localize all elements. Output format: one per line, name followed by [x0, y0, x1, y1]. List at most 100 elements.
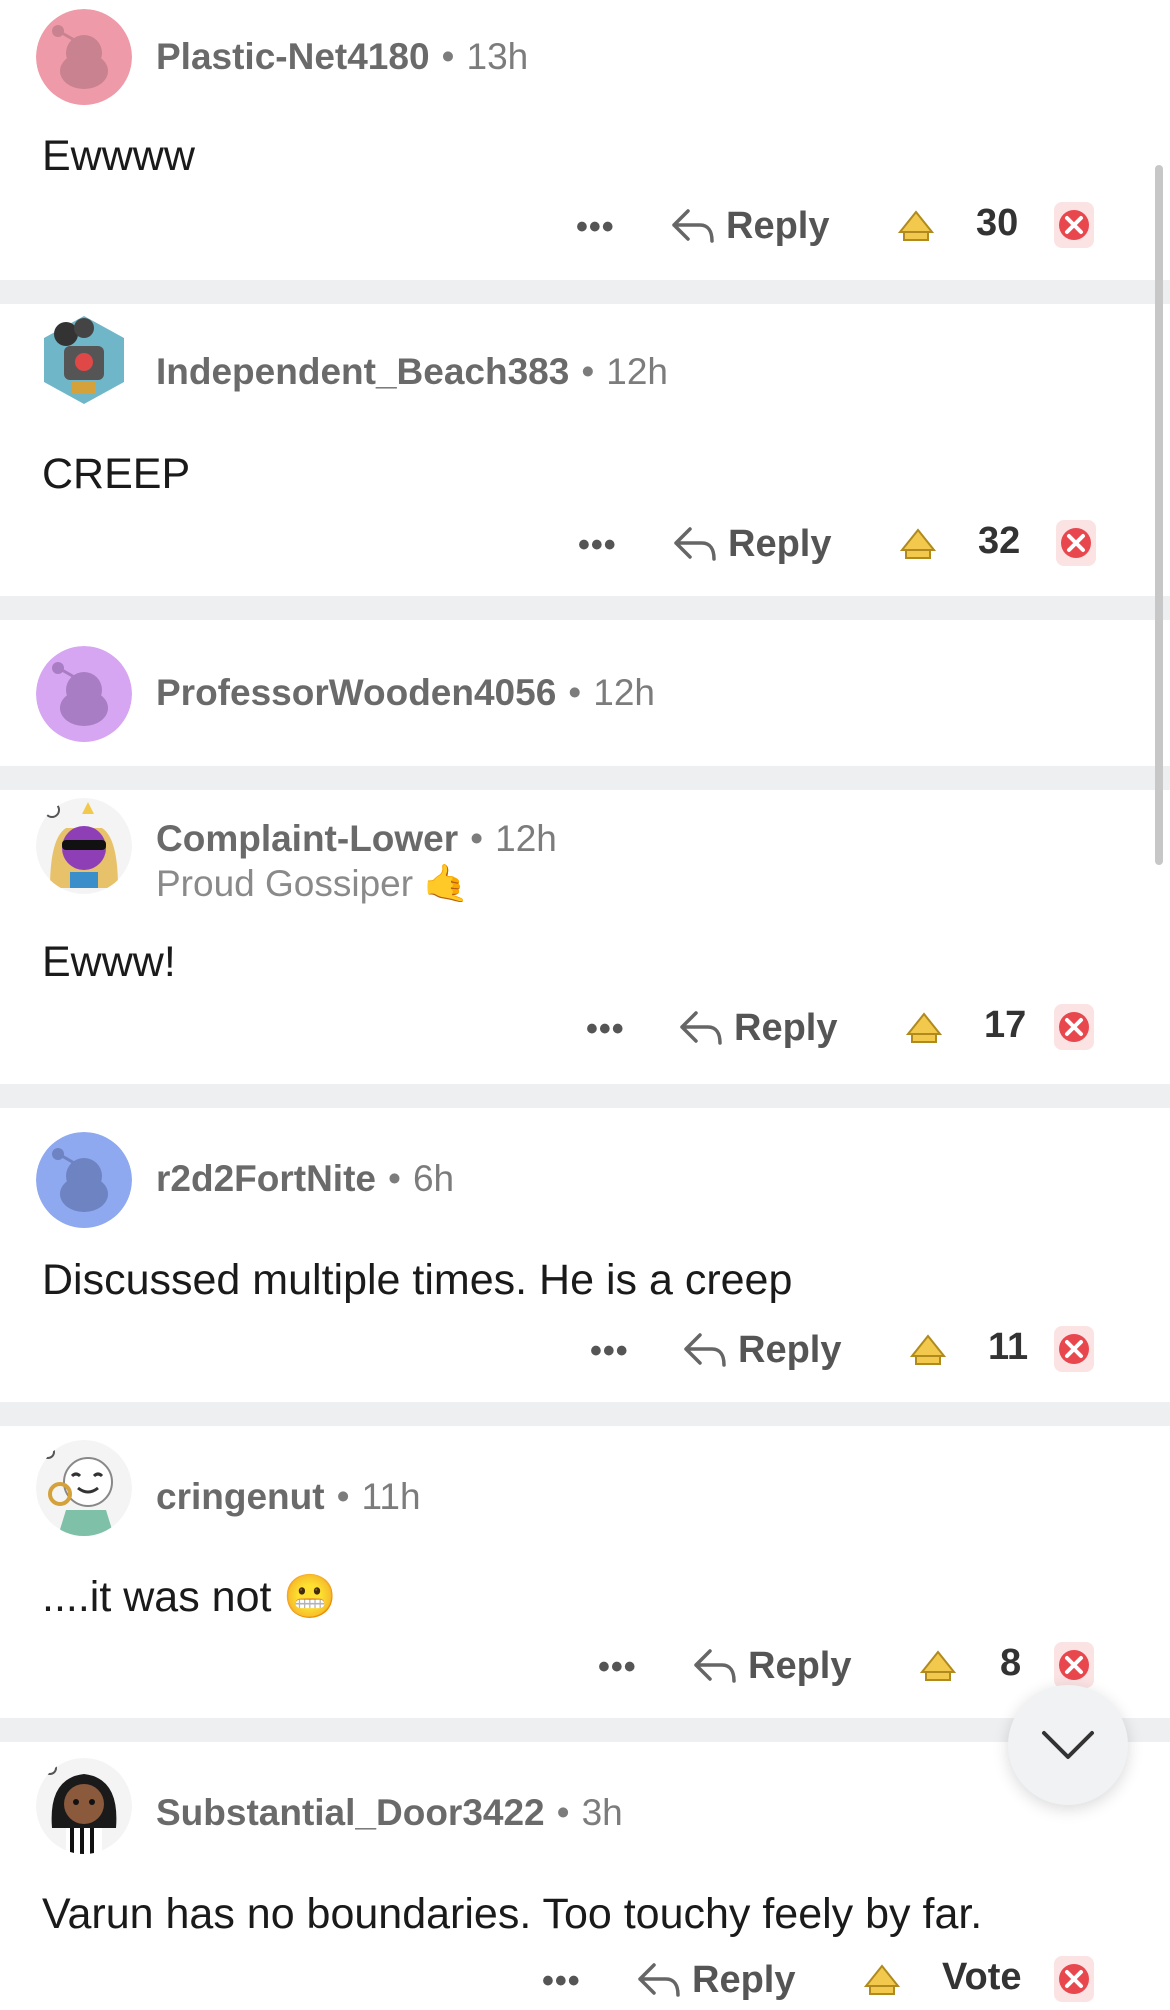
comment-2: Independent_Beach383 • 12h CREEP ••• Reply…	[0, 304, 1170, 596]
downvote-icon[interactable]	[1054, 518, 1098, 568]
comment-actions: ••• Reply 30	[0, 196, 1170, 256]
username[interactable]: Complaint-Lower	[156, 818, 458, 859]
vote-score: 30	[976, 202, 1019, 244]
snoo-referee-avatar-icon[interactable]	[36, 1758, 132, 1854]
vote-score: 17	[984, 1004, 1027, 1046]
comment-actions: ••• Reply 8	[0, 1636, 1170, 1696]
comment-text: CREEP	[42, 450, 191, 498]
reply-label: Reply	[748, 1644, 852, 1687]
downvote-icon[interactable]	[1052, 1954, 1096, 2004]
username[interactable]: Independent_Beach383	[156, 351, 569, 392]
reply-label: Reply	[692, 1958, 796, 2001]
comment-actions: ••• Reply 11	[0, 1320, 1170, 1380]
vote-score: 32	[978, 520, 1021, 562]
chevron-down-icon	[1042, 1731, 1094, 1759]
comment-separator	[0, 1718, 1170, 1742]
comment-separator	[0, 766, 1170, 790]
comment-age: 13h	[466, 36, 529, 77]
comment-text: ....it was not 😬	[42, 1572, 337, 1622]
comment-text: Varun has no boundaries. Too touchy feel…	[42, 1890, 983, 1938]
username[interactable]: Substantial_Door3422	[156, 1792, 545, 1833]
reply-label: Reply	[728, 522, 832, 565]
upvote-icon[interactable]	[862, 1960, 902, 2000]
reply-label: Reply	[738, 1328, 842, 1371]
more-options-button[interactable]: •••	[590, 1332, 629, 1371]
cat-sunglasses-avatar-icon[interactable]	[36, 798, 132, 894]
reply-label: Reply	[734, 1006, 838, 1049]
reply-arrow-icon	[672, 209, 714, 243]
snoo-headphones-avatar-icon[interactable]	[36, 1440, 132, 1536]
username[interactable]: cringenut	[156, 1476, 325, 1517]
comment-age: 12h	[495, 818, 557, 859]
more-options-button[interactable]: •••	[598, 1648, 637, 1687]
downvote-icon[interactable]	[1052, 200, 1096, 250]
comment-7: Substantial_Door3422 • 3h Varun has no bou…	[0, 1742, 1170, 2006]
comment-age: 6h	[412, 1158, 455, 1199]
comment-1: Plastic-Net4180 • 13h Ewwww ••• Reply 30	[0, 0, 1170, 280]
comment-meta: Independent_Beach383 • 12h	[156, 351, 669, 392]
more-options-button[interactable]: •••	[576, 208, 615, 247]
reply-button[interactable]: Reply	[670, 196, 829, 256]
comment-text-content: ....it was not	[42, 1573, 272, 1621]
reply-button[interactable]: Reply	[692, 1636, 851, 1696]
downvote-icon[interactable]	[1052, 1324, 1096, 1374]
user-flair: Proud Gossiper 🤙	[156, 863, 469, 906]
downvote-icon[interactable]	[1052, 1002, 1096, 1052]
comment-age: 11h	[361, 1476, 421, 1517]
comment-separator	[0, 1402, 1170, 1426]
vote-label: Vote	[942, 1956, 1022, 1998]
reply-button[interactable]: Reply	[678, 998, 837, 1058]
snoo-blue-avatar-icon[interactable]	[36, 1132, 132, 1228]
comment-meta: Substantial_Door3422 • 3h	[156, 1792, 623, 1833]
comment-3[interactable]: ProfessorWooden4056 • 12h	[0, 620, 1170, 766]
comment-age: 12h	[606, 351, 669, 392]
comment-meta: Complaint-Lower • 12h	[156, 818, 557, 859]
comment-separator	[0, 280, 1170, 304]
upvote-icon[interactable]	[918, 1646, 958, 1686]
upvote-icon[interactable]	[898, 524, 938, 564]
comment-meta: ProfessorWooden4056 • 12h	[156, 672, 655, 713]
snoo-purple-avatar-icon[interactable]	[36, 646, 132, 742]
upvote-icon[interactable]	[908, 1330, 948, 1370]
username[interactable]: r2d2FortNite	[156, 1158, 376, 1199]
more-options-button[interactable]: •••	[542, 1962, 581, 2001]
reply-button[interactable]: Reply	[636, 1950, 795, 2010]
comment-6: cringenut • 11h ....it was not 😬 ••• Reply…	[0, 1426, 1170, 1718]
scrollbar[interactable]	[1155, 165, 1163, 865]
comment-text: Ewww!	[42, 938, 176, 986]
username[interactable]: Plastic-Net4180	[156, 36, 430, 77]
comment-actions: ••• Reply Vote	[0, 1950, 1170, 2010]
reply-button[interactable]: Reply	[682, 1320, 841, 1380]
vote-score: 11	[988, 1326, 1029, 1368]
comment-actions: ••• Reply 32	[0, 514, 1170, 574]
vote-score: 8	[1000, 1642, 1022, 1684]
reply-label: Reply	[726, 204, 830, 247]
comment-text: Discussed multiple times. He is a creep	[42, 1256, 793, 1304]
comment-meta: r2d2FortNite • 6h	[156, 1158, 455, 1199]
comment-separator	[0, 1084, 1170, 1108]
reply-button[interactable]: Reply	[672, 514, 831, 574]
comment-actions: ••• Reply 17	[0, 998, 1170, 1058]
downvote-icon[interactable]	[1052, 1640, 1096, 1690]
upvote-icon[interactable]	[904, 1008, 944, 1048]
flair-text: Proud Gossiper	[156, 863, 414, 904]
comment-5: r2d2FortNite • 6h Discussed multiple times…	[0, 1108, 1170, 1402]
comment-meta: Plastic-Net4180 • 13h	[156, 36, 529, 77]
comment-text: Ewwww	[42, 132, 195, 180]
more-options-button[interactable]: •••	[586, 1010, 625, 1049]
comment-meta: cringenut • 11h	[156, 1476, 421, 1517]
comment-separator	[0, 596, 1170, 620]
reply-arrow-icon	[694, 1649, 736, 1683]
comment-age: 12h	[593, 672, 655, 713]
username[interactable]: ProfessorWooden4056	[156, 672, 556, 713]
snoo-pink-avatar-icon[interactable]	[36, 9, 132, 105]
upvote-icon[interactable]	[896, 206, 936, 246]
comment-4: Complaint-Lower • 12h Proud Gossiper 🤙 Eww…	[0, 790, 1170, 1084]
reply-arrow-icon	[638, 1963, 680, 1997]
reply-arrow-icon	[680, 1011, 722, 1045]
more-options-button[interactable]: •••	[578, 526, 617, 565]
call-me-hand-emoji: 🤙	[423, 863, 470, 904]
reply-arrow-icon	[674, 527, 716, 561]
scroll-to-next-button[interactable]	[1008, 1685, 1128, 1805]
robot-projector-avatar-icon[interactable]	[36, 310, 132, 406]
